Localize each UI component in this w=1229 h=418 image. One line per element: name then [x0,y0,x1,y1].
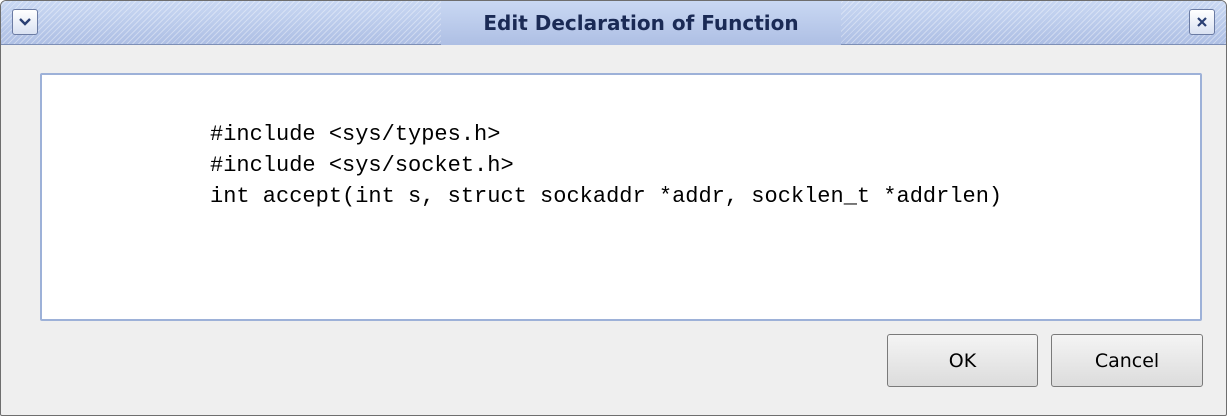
code-line: int accept(int s, struct sockaddr *addr,… [210,184,1003,209]
close-button[interactable] [1189,9,1215,35]
code-line: #include <sys/socket.h> [210,153,514,178]
ok-button[interactable]: OK [887,334,1038,387]
window-menu-button[interactable] [12,9,38,35]
dialog-title: Edit Declaration of Function [441,1,841,45]
close-icon [1197,17,1207,27]
chevron-down-icon [19,18,31,26]
declaration-editor[interactable]: #include <sys/types.h> #include <sys/soc… [40,73,1202,321]
title-bar[interactable]: Edit Declaration of Function [1,1,1226,45]
cancel-button[interactable]: Cancel [1051,334,1203,387]
code-line: #include <sys/types.h> [210,122,501,147]
edit-declaration-dialog: Edit Declaration of Function #include <s… [0,0,1227,416]
declaration-text[interactable]: #include <sys/types.h> #include <sys/soc… [210,119,1002,212]
